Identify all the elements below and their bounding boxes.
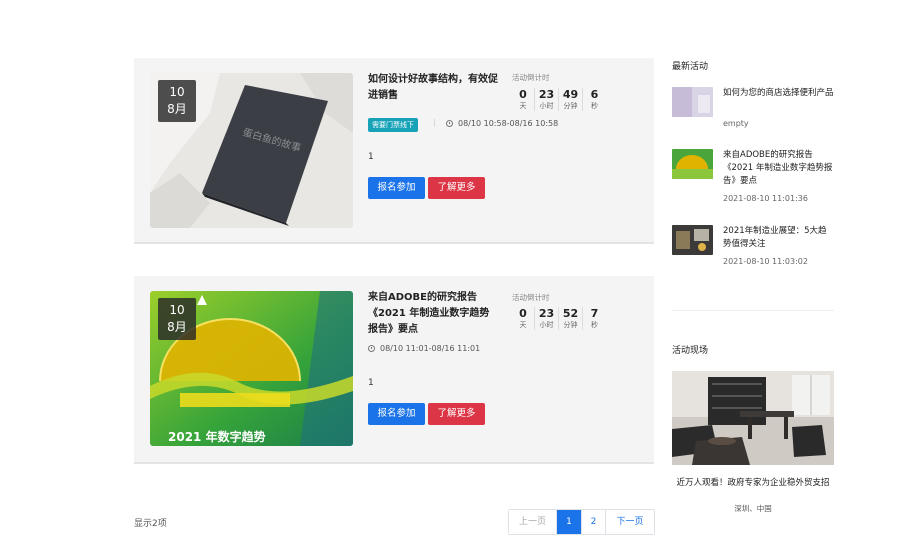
latest-event-item[interactable]: 来自ADOBE的研究报告《2021 年制造业数字趋势报告》要点 2021-08-… — [672, 149, 837, 207]
date-badge: 10 8月 — [158, 298, 196, 340]
countdown-minutes: 49 分钟 — [558, 88, 582, 111]
news-title[interactable]: 来自ADOBE的研究报告《2021 年制造业数字趋势报告》要点 — [723, 149, 835, 188]
clock-icon — [368, 345, 375, 352]
news-image — [672, 225, 713, 255]
countdown-days: 0 天 — [519, 88, 527, 110]
countdown-hours: 23 小时 — [534, 88, 558, 111]
countdown-seconds: 7 秒 — [582, 307, 606, 330]
ticket-tag: 需要门票线下 — [368, 118, 418, 132]
countdown-seconds: 6 秒 — [582, 88, 606, 111]
countdown-days: 0 天 — [519, 307, 527, 329]
countdown-hours: 23 小时 — [534, 307, 558, 330]
event-thumbnail[interactable]: 2021 年数字趋势 10 8月 — [150, 291, 353, 446]
event-title[interactable]: 如何设计好故事结构，有效促进销售 — [368, 72, 498, 104]
news-title[interactable]: 2021年制造业展望：5大趋势值得关注 — [723, 225, 835, 251]
news-thumbnail[interactable] — [672, 87, 713, 117]
clock-icon — [446, 120, 453, 127]
latest-event-item[interactable]: 2021年制造业展望：5大趋势值得关注 2021-08-10 11:03:02 — [672, 225, 837, 269]
countdown: 0 天 23 小时 52 分钟 7 秒 — [512, 307, 606, 330]
event-count: 1 — [368, 378, 374, 388]
event-time-text: 08/10 10:58-08/16 10:58 — [458, 119, 559, 128]
event-title[interactable]: 来自ADOBE的研究报告《2021 年制造业数字趋势报告》要点 — [368, 290, 498, 338]
event-time-text: 08/10 11:01-08/16 11:01 — [380, 344, 481, 353]
event-time: 08/10 11:01-08/16 11:01 — [368, 344, 480, 353]
news-image — [672, 87, 713, 117]
prev-page-button[interactable]: 上一页 — [509, 510, 556, 534]
sidebar-divider — [672, 310, 834, 311]
event-card: 蛋白鱼的故事 10 8月 如何设计好故事结构，有效促进销售 活动倒计时 0 天 … — [134, 58, 654, 244]
news-thumbnail[interactable] — [672, 225, 713, 255]
result-count: 显示2项 — [134, 519, 167, 529]
event-live-location: 深圳、中国 — [734, 504, 772, 513]
page-2-button[interactable]: 2 — [581, 510, 605, 534]
countdown: 0 天 23 小时 49 分钟 6 秒 — [512, 88, 606, 111]
news-image — [672, 149, 713, 179]
event-count: 1 — [368, 152, 374, 162]
date-month: 8月 — [167, 320, 187, 334]
countdown-label: 活动倒计时 — [512, 73, 550, 82]
latest-events-heading: 最新活动 — [672, 62, 709, 72]
news-title[interactable]: 如何为您的商店选择便利产品 — [723, 87, 835, 100]
countdown-minutes: 52 分钟 — [558, 307, 582, 330]
event-live-title[interactable]: 近万人观看！政府专家为企业稳外贸支招 — [672, 477, 834, 489]
signup-button[interactable]: 报名参加 — [368, 403, 425, 425]
event-card: 2021 年数字趋势 10 8月 来自ADOBE的研究报告《2021 年制造业数… — [134, 276, 654, 464]
cover-caption: 2021 年数字趋势 — [168, 429, 266, 444]
event-time: 08/10 10:58-08/16 10:58 — [446, 119, 558, 128]
pagination: 上一页 1 2 下一页 — [508, 509, 655, 535]
latest-event-item[interactable]: 如何为您的商店选择便利产品 empty — [672, 87, 837, 131]
countdown-label: 活动倒计时 — [512, 293, 550, 302]
signup-button[interactable]: 报名参加 — [368, 177, 425, 199]
date-day: 10 — [169, 303, 185, 317]
date-month: 8月 — [167, 102, 187, 116]
page-1-button[interactable]: 1 — [556, 510, 581, 534]
event-thumbnail[interactable]: 蛋白鱼的故事 10 8月 — [150, 73, 353, 228]
date-badge: 10 8月 — [158, 80, 196, 122]
separator: | — [433, 118, 436, 127]
date-day: 10 — [169, 85, 185, 99]
news-thumbnail[interactable] — [672, 149, 713, 179]
learn-more-button[interactable]: 了解更多 — [428, 177, 485, 199]
learn-more-button[interactable]: 了解更多 — [428, 403, 485, 425]
news-meta: 2021-08-10 11:01:36 — [723, 194, 808, 203]
event-live-heading: 活动现场 — [672, 346, 709, 356]
office-photo — [672, 371, 834, 465]
news-meta: 2021-08-10 11:03:02 — [723, 257, 808, 266]
event-live-image[interactable] — [672, 371, 834, 465]
news-meta: empty — [723, 119, 749, 128]
next-page-button[interactable]: 下一页 — [605, 510, 654, 534]
